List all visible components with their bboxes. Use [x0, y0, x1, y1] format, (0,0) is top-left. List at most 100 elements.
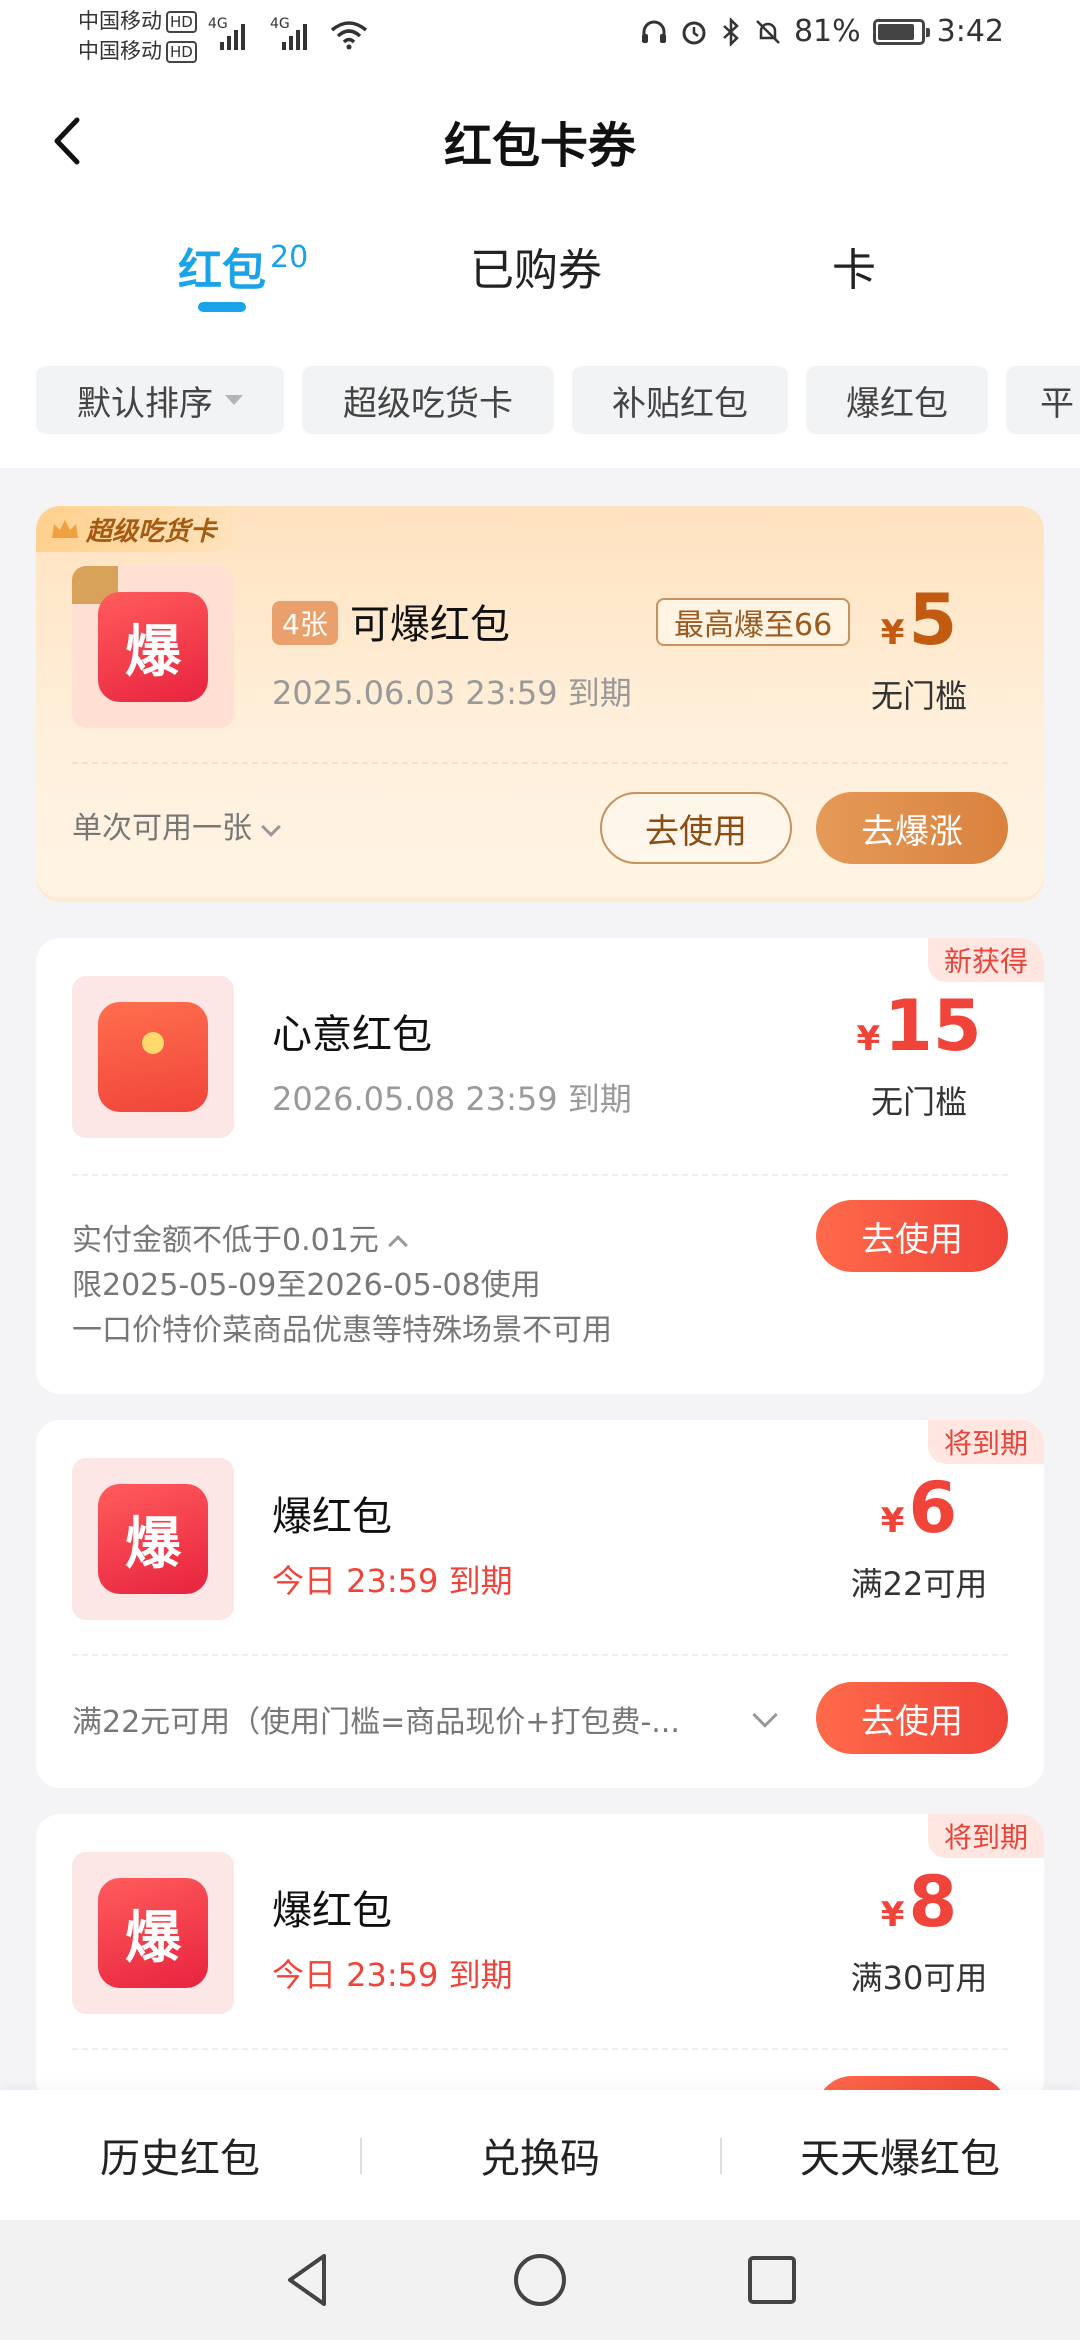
- tab-count: 20: [270, 240, 309, 275]
- boost-hongbao-thumb: 爆: [72, 1458, 234, 1620]
- expiring-tag: 将到期: [927, 1420, 1044, 1464]
- status-right: 81% 3:42: [640, 14, 1004, 49]
- battery-percent: 81%: [793, 14, 861, 49]
- card-title: 爆红包: [272, 1888, 392, 1934]
- card-title-text: 可爆红包: [349, 602, 510, 648]
- status-bar: 中国移动 HD 中国移动 HD 4G 4G 81% 3:42: [0, 0, 1080, 72]
- card-title: 4张 可爆红包: [272, 592, 510, 650]
- nav-recents-icon[interactable]: [740, 2248, 804, 2312]
- card-title: 爆红包: [272, 1494, 392, 1540]
- currency-symbol: ¥: [856, 1019, 881, 1059]
- filter-more[interactable]: 平: [1006, 366, 1080, 434]
- currency-symbol: ¥: [880, 1895, 905, 1935]
- tab-label: 红包: [178, 245, 266, 296]
- max-boost-tag: 最高爆至66: [656, 598, 851, 646]
- hd-badge-2: HD: [166, 41, 197, 63]
- divider: [72, 1654, 1008, 1656]
- tab-hongbao[interactable]: 红包 20: [178, 234, 308, 298]
- signal-icon: 4G: [208, 16, 262, 50]
- amount: 5: [908, 579, 958, 661]
- boost-button[interactable]: 去爆涨: [816, 792, 1008, 864]
- carrier-1: 中国移动: [78, 9, 162, 33]
- filter-subsidy-hongbao[interactable]: 补贴红包: [572, 366, 788, 434]
- history-hongbao-link[interactable]: 历史红包: [0, 2090, 360, 2220]
- header: 红包卡券: [0, 72, 1080, 212]
- hd-badge: HD: [166, 11, 197, 33]
- filter-super-foodie-card[interactable]: 超级吃货卡: [302, 366, 554, 434]
- boost-logo-icon: 爆: [98, 592, 208, 702]
- card-expiry: 2026.05.08 23:59 到期: [272, 1080, 632, 1118]
- redeem-code-link[interactable]: 兑换码: [360, 2090, 720, 2220]
- tab-purchased-coupons[interactable]: 已购券: [470, 234, 602, 298]
- usage-note-line: 限2025-05-09至2026-05-08使用: [72, 1268, 541, 1303]
- condition: 无门槛: [870, 677, 967, 715]
- headphones-icon: [641, 20, 666, 43]
- filter-boost-hongbao[interactable]: 爆红包: [806, 366, 988, 434]
- signal-icon-2: 4G: [270, 16, 324, 50]
- filter-default-sort[interactable]: 默认排序: [36, 366, 284, 434]
- bluetooth-icon: [723, 17, 739, 46]
- filter-label: 默认排序: [77, 383, 213, 424]
- daily-boost-hongbao-link[interactable]: 天天爆红包: [720, 2090, 1080, 2220]
- amount: 6: [908, 1467, 958, 1549]
- bottom-action-bar: 历史红包 兑换码 天天爆红包: [0, 2090, 1080, 2220]
- system-nav-bar: [0, 2220, 1080, 2340]
- divider: [72, 2048, 1008, 2050]
- use-button[interactable]: 去使用: [816, 1200, 1008, 1272]
- count-tag: 4张: [272, 601, 338, 645]
- condition: 无门槛: [870, 1083, 967, 1121]
- use-button[interactable]: 去使用: [600, 792, 792, 864]
- hongbao-card-xinyi[interactable]: 新获得 心意红包 2026.05.08 23:59 到期 ¥15 无门槛 实付金…: [36, 938, 1044, 1394]
- use-button[interactable]: 去使用: [816, 1682, 1008, 1754]
- carrier-info: 中国移动 HD 中国移动 HD: [78, 6, 197, 66]
- ribbon-super-foodie: 超级吃货卡: [36, 506, 237, 552]
- nav-back-icon[interactable]: [276, 2248, 340, 2312]
- hongbao-card-boost-6[interactable]: 将到期 爆 爆红包 今日 23:59 到期 ¥6 满22可用 满22元可用（使用…: [36, 1420, 1044, 1788]
- amount: 8: [908, 1861, 958, 1943]
- usage-note-toggle[interactable]: 单次可用一张: [72, 806, 281, 851]
- divider: [72, 1174, 1008, 1176]
- chevron-down-icon[interactable]: [752, 1702, 778, 1728]
- tab-bar: 红包 20 已购券 卡: [0, 212, 1080, 340]
- carrier-2: 中国移动: [78, 39, 162, 63]
- usage-note-line: 实付金额不低于0.01元: [72, 1223, 379, 1258]
- new-tag: 新获得: [927, 938, 1044, 982]
- currency-symbol: ¥: [880, 613, 905, 653]
- filter-bar: 默认排序 超级吃货卡 补贴红包 爆红包 平: [0, 340, 1080, 468]
- hongbao-card-boost-8[interactable]: 将到期 爆 爆红包 今日 23:59 到期 ¥8 满30可用: [36, 1814, 1044, 2104]
- chevron-down-icon: [261, 817, 281, 837]
- red-packet-icon: [98, 1002, 208, 1112]
- usage-notes[interactable]: 实付金额不低于0.01元 限2025-05-09至2026-05-08使用 一口…: [72, 1218, 612, 1353]
- card-expiry: 2025.06.03 23:59 到期: [272, 674, 632, 712]
- usage-note: 满22元可用（使用门槛=商品现价+打包费-...: [72, 1705, 680, 1740]
- boost-hongbao-thumb: 爆: [72, 1852, 234, 2014]
- mute-bell-icon: [756, 19, 780, 44]
- nav-home-icon[interactable]: [508, 2248, 572, 2312]
- card-price: ¥5 无门槛: [844, 582, 994, 717]
- card-price: ¥8 满30可用: [844, 1864, 994, 1999]
- red-packet-thumb: [72, 976, 234, 1138]
- divider: [72, 762, 1008, 764]
- tab-cards[interactable]: 卡: [832, 234, 876, 298]
- clock: 3:42: [936, 14, 1004, 49]
- card-price: ¥15 无门槛: [844, 988, 994, 1123]
- tab-indicator: [198, 302, 246, 312]
- boost-logo-icon: 爆: [98, 1484, 208, 1594]
- battery-fill: [877, 23, 914, 40]
- hongbao-card-boostable[interactable]: 超级吃货卡 爆 4张 可爆红包 最高爆至66 2025.06.03 23:59 到…: [36, 506, 1044, 898]
- currency-symbol: ¥: [880, 1501, 905, 1541]
- boost-hongbao-thumb: 爆: [72, 566, 234, 728]
- condition: 满30可用: [850, 1959, 988, 1997]
- usage-note: 单次可用一张: [72, 811, 252, 846]
- usage-note-line: 一口价特价菜商品优惠等特殊场景不可用: [72, 1313, 612, 1348]
- card-expiry: 今日 23:59 到期: [272, 1562, 513, 1600]
- ribbon-label: 超级吃货卡: [86, 516, 217, 547]
- expiring-tag: 将到期: [927, 1814, 1044, 1858]
- amount: 15: [884, 985, 982, 1067]
- chevron-up-icon: [387, 1235, 408, 1255]
- card-expiry: 今日 23:59 到期: [272, 1956, 513, 1994]
- condition: 满22可用: [850, 1565, 988, 1603]
- card-price: ¥6 满22可用: [844, 1470, 994, 1605]
- crown-icon: [52, 520, 78, 538]
- wifi-icon: [330, 21, 368, 50]
